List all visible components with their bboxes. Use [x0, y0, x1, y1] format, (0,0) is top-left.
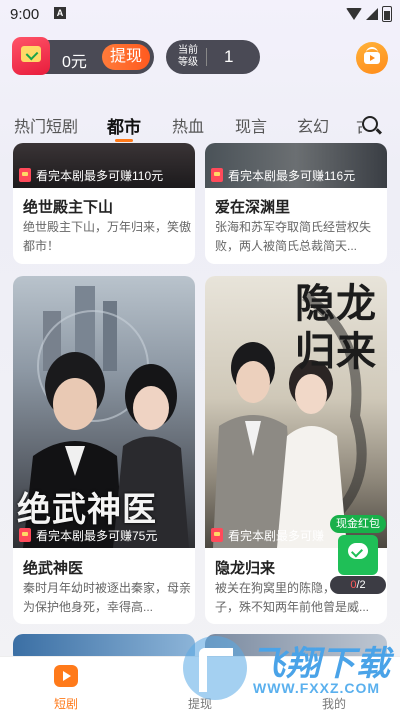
- tab-urban[interactable]: 都市: [107, 113, 141, 138]
- earn-badge: 看完本剧最多可赚75元: [19, 525, 157, 545]
- red-packet-icon: [211, 528, 223, 542]
- tv-icon: [364, 52, 380, 64]
- nav-withdraw[interactable]: 提现: [160, 657, 240, 712]
- poster-title: 隐龙归来: [295, 280, 377, 375]
- earn-badge-text: 看完本剧最多可赚75元: [36, 528, 158, 543]
- nav-profile[interactable]: 我的: [294, 657, 374, 712]
- tab-romance[interactable]: 现言: [235, 113, 267, 137]
- nav-shorts[interactable]: 短剧: [26, 657, 106, 712]
- drama-card[interactable]: 看完本剧最多可赚116元 爱在深渊里 张海和苏军夺取简氏经营权失败，两人被简氏总…: [205, 143, 387, 264]
- withdraw-button[interactable]: 提现: [102, 44, 150, 70]
- search-icon[interactable]: [362, 116, 378, 132]
- packet-counter: 0/2: [330, 576, 386, 594]
- earn-badge-text: 看完本剧最多可赚110元: [36, 168, 164, 183]
- status-time: 9:00: [10, 6, 40, 23]
- red-packet-icon: [338, 535, 378, 575]
- earn-badge-text: 看完本剧最多可赚116元: [228, 168, 356, 183]
- bottom-nav: 短剧 提现 我的: [0, 656, 400, 712]
- status-bar: 9:00 A: [0, 0, 400, 30]
- category-tabs: 热门短剧 都市 热血 现言 玄幻 古: [0, 108, 400, 142]
- tv-button[interactable]: [356, 42, 388, 74]
- counter-total: /2: [356, 579, 366, 591]
- red-packet-icon: [211, 168, 223, 182]
- card-title: 隐龙归来: [215, 560, 276, 577]
- status-icons: [346, 6, 392, 22]
- cash-red-packet-label: 现金红包: [330, 515, 386, 533]
- level-label: 当前等级: [178, 45, 198, 68]
- poster-image: 隐龙归来: [205, 276, 387, 548]
- drama-card[interactable]: 看完本剧最多可赚110元 绝世殿主下山 绝世殿主下山，万年归来，笑傲都市！: [13, 143, 195, 264]
- play-tv-icon: [54, 665, 78, 687]
- active-tab-indicator: [115, 139, 133, 142]
- level-value: 1: [224, 47, 234, 66]
- poster-title: 绝武神医: [17, 490, 157, 530]
- earn-badge: 看完本剧最多可赚: [211, 525, 324, 545]
- drama-card[interactable]: 绝武神医 看完本剧最多可赚75元 绝武神医 秦时月年幼时被逐出秦家，母亲为保护他…: [13, 276, 195, 624]
- level-pill[interactable]: 当前等级 1: [166, 40, 260, 74]
- nav-label: 我的: [321, 697, 346, 711]
- signal-icon: [366, 8, 378, 20]
- cash-red-packet[interactable]: 现金红包: [330, 515, 386, 581]
- card-title: 绝世殿主下山: [23, 199, 114, 216]
- red-packet-icon: [12, 37, 50, 75]
- card-title: 爱在深渊里: [215, 199, 291, 216]
- poster-image: 绝武神医: [13, 276, 195, 548]
- nav-label: 短剧: [53, 697, 78, 711]
- red-packet-icon: [19, 528, 31, 542]
- wifi-icon: [346, 8, 362, 20]
- divider: [206, 48, 207, 66]
- coin-amount: 0元: [62, 54, 87, 71]
- notification-icon: A: [54, 7, 66, 19]
- earn-badge: 看完本剧最多可赚116元: [211, 165, 355, 185]
- earn-badge: 看完本剧最多可赚110元: [19, 165, 163, 185]
- earn-badge-text: 看完本剧最多可赚: [228, 528, 325, 543]
- card-desc: 绝世殿主下山，万年归来，笑傲都市！: [23, 220, 192, 253]
- nav-label: 提现: [187, 697, 212, 711]
- red-packet-icon: [19, 168, 31, 182]
- card-title: 绝武神医: [23, 560, 84, 577]
- card-desc: 张海和苏军夺取简氏经营权失败，两人被简氏总裁简天...: [215, 220, 372, 253]
- card-desc: 秦时月年幼时被逐出秦家，母亲为保护他身死，幸得高...: [23, 581, 192, 614]
- tab-blood[interactable]: 热血: [172, 113, 204, 137]
- tab-fantasy[interactable]: 玄幻: [297, 113, 329, 137]
- tab-hot[interactable]: 热门短剧: [14, 113, 78, 137]
- coin-balance-pill[interactable]: 0元 提现: [12, 37, 154, 75]
- battery-icon: [382, 6, 392, 22]
